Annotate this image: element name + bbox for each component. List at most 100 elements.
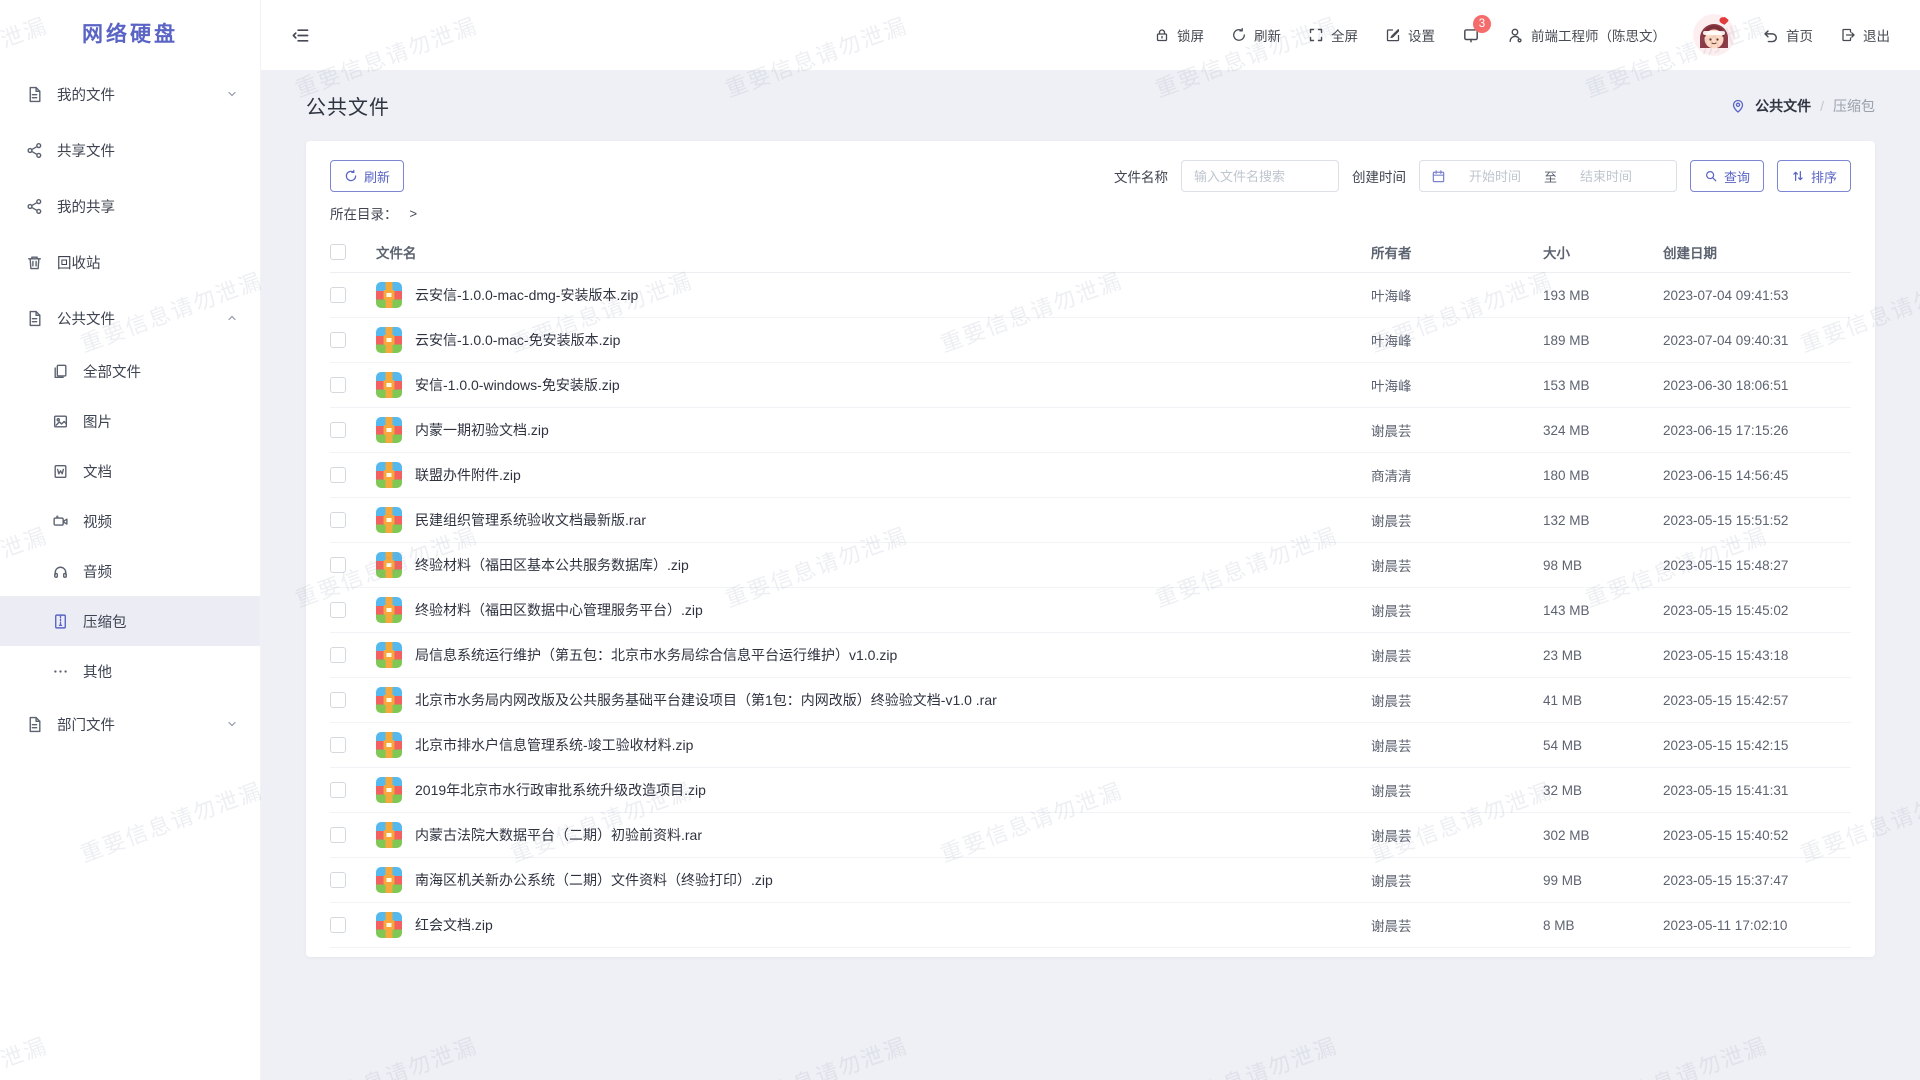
table-row[interactable]: 局信息系统运行维护（第五包：北京市水务局综合信息平台运行维护）v1.0.zip … (330, 633, 1851, 678)
file-name[interactable]: 北京市排水户信息管理系统-竣工验收材料.zip (415, 735, 693, 755)
menu-fold-icon[interactable] (291, 26, 310, 45)
chevron-up-icon (226, 312, 238, 324)
date-range-picker[interactable]: 至 (1419, 160, 1677, 192)
avatar[interactable] (1693, 14, 1735, 56)
column-header-size[interactable]: 大小 (1543, 242, 1663, 262)
sidebar-item-department-files[interactable]: 部门文件 (0, 696, 260, 752)
table-row[interactable]: 终验材料（福田区数据中心管理服务平台）.zip 谢晨芸 143 MB 2023-… (330, 588, 1851, 633)
table-row[interactable]: 云安信-1.0.0-mac-免安装版本.zip 叶海峰 189 MB 2023-… (330, 318, 1851, 363)
table-row[interactable]: 北京市排水户信息管理系统-竣工验收材料.zip 谢晨芸 54 MB 2023-0… (330, 723, 1851, 768)
start-date-input[interactable] (1454, 169, 1536, 184)
select-all-checkbox[interactable] (330, 244, 346, 260)
sidebar-item-my-files[interactable]: 我的文件 (0, 66, 260, 122)
file-name[interactable]: 民建组织管理系统验收文档最新版.rar (415, 510, 646, 530)
settings-button[interactable]: 设置 (1385, 25, 1435, 45)
table-row[interactable]: 内蒙古法院大数据平台（二期）初验前资料.rar 谢晨芸 302 MB 2023-… (330, 813, 1851, 858)
sidebar-item-others[interactable]: 其他 (0, 646, 260, 696)
file-name[interactable]: 云安信-1.0.0-mac-dmg-安装版本.zip (415, 285, 638, 305)
sort-button[interactable]: 排序 (1777, 160, 1851, 192)
row-checkbox[interactable] (330, 782, 346, 798)
file-name[interactable]: 云安信-1.0.0-mac-免安装版本.zip (415, 330, 620, 350)
file-name[interactable]: 终验材料（福田区基本公共服务数据库）.zip (415, 555, 689, 575)
sidebar-item-all-files[interactable]: 全部文件 (0, 346, 260, 396)
sidebar-item-videos[interactable]: 视频 (0, 496, 260, 546)
file-date: 2023-06-15 14:56:45 (1663, 468, 1851, 483)
table-row[interactable]: 红会文档.zip 谢晨芸 8 MB 2023-05-11 17:02:10 (330, 903, 1851, 948)
file-name[interactable]: 终验材料（福田区数据中心管理服务平台）.zip (415, 600, 703, 620)
refresh-page-button[interactable]: 刷新 (1231, 25, 1281, 45)
file-name[interactable]: 2019年北京市水行政审批系统升级改造项目.zip (415, 780, 706, 800)
refresh-icon (1231, 27, 1247, 43)
sidebar-item-images[interactable]: 图片 (0, 396, 260, 446)
notifications-button[interactable]: 3 (1462, 26, 1480, 44)
file-name[interactable]: 联盟办件附件.zip (415, 465, 521, 485)
sidebar-item-audio[interactable]: 音频 (0, 546, 260, 596)
file-name[interactable]: 北京市水务局内网改版及公共服务基础平台建设项目（第1包：内网改版）终验验文档-v… (415, 690, 997, 710)
row-checkbox[interactable] (330, 692, 346, 708)
table-row[interactable]: 南海区机关新办公系统（二期）文件资料（终验打印）.zip 谢晨芸 99 MB 2… (330, 858, 1851, 903)
table-row[interactable]: 北京市水务局内网改版及公共服务基础平台建设项目（第1包：内网改版）终验验文档-v… (330, 678, 1851, 723)
row-checkbox[interactable] (330, 422, 346, 438)
file-date: 2023-06-30 18:06:51 (1663, 378, 1851, 393)
audio-icon (52, 563, 69, 580)
row-checkbox[interactable] (330, 647, 346, 663)
file-size: 324 MB (1543, 423, 1663, 438)
table-row[interactable]: 终验材料（福田区基本公共服务数据库）.zip 谢晨芸 98 MB 2023-05… (330, 543, 1851, 588)
row-checkbox[interactable] (330, 602, 346, 618)
row-checkbox[interactable] (330, 872, 346, 888)
file-owner: 谢晨芸 (1371, 420, 1543, 440)
file-size: 189 MB (1543, 333, 1663, 348)
logout-icon (1840, 27, 1856, 43)
table-row[interactable]: 民建组织管理系统验收文档最新版.rar 谢晨芸 132 MB 2023-05-1… (330, 498, 1851, 543)
table-row[interactable]: 2019年北京市水行政审批系统升级改造项目.zip 谢晨芸 32 MB 2023… (330, 768, 1851, 813)
column-header-filename[interactable]: 文件名 (376, 242, 1371, 262)
query-button[interactable]: 查询 (1690, 160, 1764, 192)
row-checkbox[interactable] (330, 467, 346, 483)
row-checkbox[interactable] (330, 332, 346, 348)
column-header-date[interactable]: 创建日期 (1663, 242, 1851, 262)
user-menu[interactable]: 前端工程师（陈思文） (1507, 25, 1666, 45)
file-name[interactable]: 内蒙一期初验文档.zip (415, 420, 549, 440)
table-body: 云安信-1.0.0-mac-dmg-安装版本.zip 叶海峰 193 MB 20… (330, 273, 1851, 948)
sidebar-item-label: 文档 (83, 461, 112, 482)
row-checkbox[interactable] (330, 827, 346, 843)
table-row[interactable]: 联盟办件附件.zip 商清清 180 MB 2023-06-15 14:56:4… (330, 453, 1851, 498)
lock-screen-button[interactable]: 锁屏 (1154, 25, 1204, 45)
row-checkbox[interactable] (330, 917, 346, 933)
zip-archive-icon (376, 642, 402, 668)
file-size: 193 MB (1543, 288, 1663, 303)
refresh-list-button[interactable]: 刷新 (330, 160, 404, 192)
sidebar-item-archives[interactable]: 压缩包 (0, 596, 260, 646)
home-button[interactable]: 首页 (1762, 25, 1813, 45)
row-checkbox[interactable] (330, 512, 346, 528)
document-icon (26, 86, 43, 103)
sidebar-item-my-shares[interactable]: 我的共享 (0, 178, 260, 234)
table-row[interactable]: 内蒙一期初验文档.zip 谢晨芸 324 MB 2023-06-15 17:15… (330, 408, 1851, 453)
file-name[interactable]: 南海区机关新办公系统（二期）文件资料（终验打印）.zip (415, 870, 773, 890)
row-checkbox[interactable] (330, 737, 346, 753)
column-header-owner[interactable]: 所有者 (1371, 242, 1543, 262)
breadcrumb-root[interactable]: 公共文件 (1755, 96, 1811, 116)
end-date-input[interactable] (1565, 169, 1647, 184)
table-row[interactable]: 安信-1.0.0-windows-免安装版.zip 叶海峰 153 MB 202… (330, 363, 1851, 408)
row-checkbox[interactable] (330, 557, 346, 573)
row-checkbox[interactable] (330, 287, 346, 303)
sidebar-item-public-files[interactable]: 公共文件 (0, 290, 260, 346)
sidebar-item-shared-files[interactable]: 共享文件 (0, 122, 260, 178)
file-name[interactable]: 内蒙古法院大数据平台（二期）初验前资料.rar (415, 825, 702, 845)
logout-button[interactable]: 退出 (1840, 25, 1890, 45)
filename-search-input[interactable] (1181, 160, 1339, 192)
table-row[interactable]: 云安信-1.0.0-mac-dmg-安装版本.zip 叶海峰 193 MB 20… (330, 273, 1851, 318)
row-checkbox[interactable] (330, 377, 346, 393)
breadcrumb-current: 压缩包 (1833, 96, 1875, 116)
file-name[interactable]: 局信息系统运行维护（第五包：北京市水务局综合信息平台运行维护）v1.0.zip (415, 645, 897, 665)
sidebar-item-documents[interactable]: 文档 (0, 446, 260, 496)
file-name[interactable]: 红会文档.zip (415, 915, 493, 935)
directory-arrow: > (410, 206, 418, 221)
sidebar-item-recycle-bin[interactable]: 回收站 (0, 234, 260, 290)
file-name[interactable]: 安信-1.0.0-windows-免安装版.zip (415, 375, 620, 395)
sidebar-item-label: 全部文件 (83, 361, 141, 382)
zip-file-icon (52, 613, 69, 630)
fullscreen-button[interactable]: 全屏 (1308, 25, 1358, 45)
file-owner: 谢晨芸 (1371, 555, 1543, 575)
